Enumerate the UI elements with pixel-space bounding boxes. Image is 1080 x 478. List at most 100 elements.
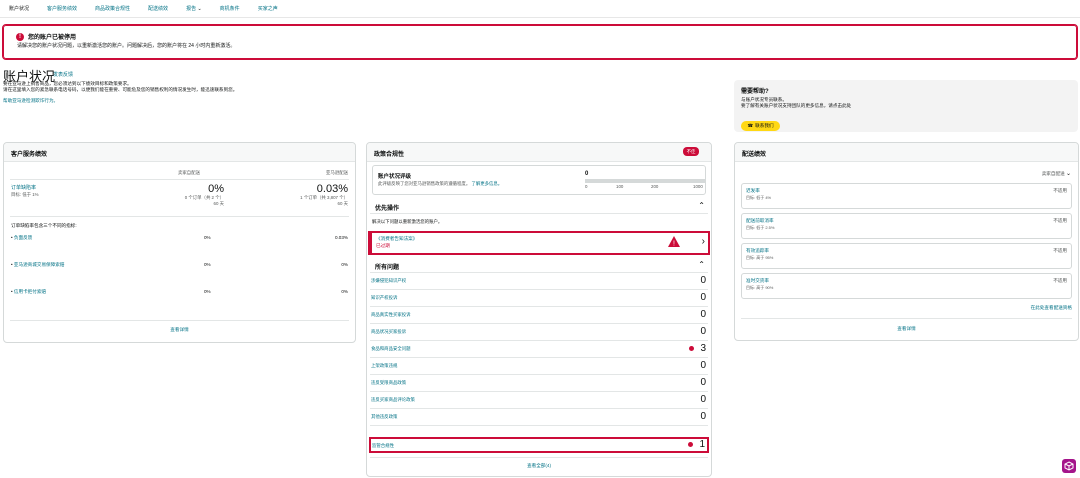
tab-reports-label: 报告 — [186, 6, 197, 12]
tab-account-health[interactable]: 账户状况 — [9, 5, 29, 12]
issue-row[interactable]: 食品和商品安全问题 3 — [370, 342, 708, 358]
issue-label[interactable]: 监管合规性 — [372, 443, 394, 449]
issue-label[interactable]: 上架政策违规 — [371, 363, 397, 369]
metric-amazon-value: 0% — [341, 289, 348, 294]
odr-amazon-value: 0.03% — [316, 183, 348, 195]
issue-label[interactable]: 其他违反政策 — [371, 414, 397, 420]
metric-box: 迟发率 目标: 低于 4% 不适用 — [741, 183, 1072, 209]
view-details-link[interactable]: 查看详情 — [735, 326, 1078, 332]
card-title: 客户服务绩效 — [11, 152, 48, 158]
contact-us-button[interactable]: ☎ 联系我们 — [741, 121, 780, 131]
customer-service-card: 客户服务绩效 卖家自配送 亚马逊配送 订单缺陷率 目标: 低于 1% 0% 0 … — [3, 142, 356, 343]
fraud-help-link[interactable]: 帮助亚马逊检测欺诈行为。 — [3, 98, 237, 104]
card-header: 政策合规性 不佳 — [367, 143, 711, 162]
issue-row[interactable]: 违反买家商品评论政策 0 — [370, 393, 708, 409]
metric-merchant-value: 0% — [204, 235, 211, 240]
issue-row[interactable]: 违反受限商品政策 0 — [370, 376, 708, 392]
alert-title: ! 您的账户已被停用 — [16, 32, 76, 41]
metric-label[interactable]: 准时交货率 — [746, 278, 769, 284]
contact-us-label: 联系我们 — [755, 123, 774, 128]
help-description: 与账户状况专员联系。 要了解有关账户状况支持团队的更多信息，请点击此处 — [741, 97, 851, 109]
issue-row-highlighted[interactable]: 监管合规性 1 — [369, 437, 709, 453]
metric-amazon-value: 0% — [341, 262, 348, 267]
metric-row: • 信用卡拒付索赔 — [11, 289, 47, 294]
odr-amazon: 0.03% 1 个订单（共 3,807 个） 60 天 — [228, 183, 348, 207]
tab-product-policy[interactable]: 商品政策合规性 — [95, 5, 130, 12]
fulfillment-filter[interactable]: 卖家自配送 ⌄ — [1042, 170, 1071, 177]
metric-box: 配送前取消率 目标: 低于 2.5% 不适用 — [741, 213, 1072, 239]
tab-reports[interactable]: 报告 ⌄ — [186, 5, 202, 12]
ahr-desc: 此评级反映了您对亚马逊销售政策的遵循程度。 了解更多信息。 — [378, 181, 502, 187]
scale-tick: 200 — [651, 184, 659, 189]
tab-opportunities[interactable]: 商机条件 — [220, 5, 240, 12]
issue-row[interactable]: 涉嫌侵犯知识产权 0 — [370, 274, 708, 290]
odr-merchant: 0% 0 个订单（共 2 个） 60 天 — [114, 183, 224, 207]
issue-label[interactable]: 商品真实性买家投诉 — [371, 312, 411, 318]
view-details-link[interactable]: 查看详情 — [4, 327, 355, 333]
alert-dot-icon — [689, 346, 694, 351]
metric-value: 不适用 — [1053, 218, 1067, 223]
help-title: 需要帮助? — [741, 89, 769, 95]
phone-icon: ☎ — [747, 123, 754, 128]
issue-label[interactable]: 知识产权投诉 — [371, 295, 397, 301]
tab-voice-of-customer[interactable]: 买家之声 — [258, 5, 278, 12]
metric-label[interactable]: 信用卡拒付索赔 — [14, 289, 46, 294]
issue-count: 3 — [700, 343, 706, 354]
shipping-eligibility-link[interactable]: 在此处查看配送资格 — [1031, 305, 1072, 311]
chevron-up-icon[interactable]: ⌃ — [698, 260, 705, 269]
metric-label[interactable]: 亚马逊商城交易保障索赔 — [14, 262, 65, 267]
tab-shipping[interactable]: 配送绩效 — [148, 5, 168, 12]
issue-row[interactable]: 其他违反政策 0 — [370, 410, 708, 426]
metric-label[interactable]: 负面反馈 — [14, 235, 32, 240]
issue-label[interactable]: 商品状况买家投诉 — [371, 329, 406, 335]
error-icon: ! — [16, 32, 24, 41]
feedback-link[interactable]: 发表反馈 — [53, 71, 73, 78]
cube-logo-icon[interactable] — [1062, 459, 1076, 473]
priority-title: 优先操作 — [375, 206, 400, 212]
top-navigation: 账户状况 客户服务绩效 商品政策合规性 配送绩效 报告 ⌄ 商机条件 买家之声 — [0, 0, 1080, 18]
ahr-desc-text: 此评级反映了您对亚马逊销售政策的遵循程度。 — [378, 181, 471, 186]
odr-merchant-value: 0% — [208, 183, 224, 195]
help-box: 需要帮助? 与账户状况专员联系。 要了解有关账户状况支持团队的更多信息，请点击此… — [734, 80, 1078, 132]
chevron-up-icon[interactable]: ⌃ — [698, 201, 705, 210]
odr-label[interactable]: 订单缺陷率 — [11, 184, 36, 191]
issue-label[interactable]: 违反受限商品政策 — [371, 380, 406, 386]
learn-more-link[interactable]: 了解更多信息。 — [471, 181, 502, 186]
warning-icon: ! — [668, 236, 680, 249]
all-issues-title: 所有问题 — [375, 265, 400, 271]
priority-item[interactable]: 《消费者告知法案》 已过期 ! › — [368, 231, 710, 255]
tab-customer-service[interactable]: 客户服务绩效 — [47, 5, 77, 12]
view-all-link[interactable]: 查看全部(4) — [367, 463, 711, 469]
metric-value: 不适用 — [1053, 188, 1067, 193]
description-line-2: 请在这里填入您的紧急联系电话号码，以便我们能在重要、可能危及您的销售权利的情况发… — [3, 87, 238, 92]
priority-item-status: 已过期 — [376, 243, 390, 248]
issue-count: 0 — [700, 360, 706, 371]
metric-amazon-value: 0.03% — [334, 235, 348, 240]
shipping-performance-card: 配送绩效 卖家自配送 ⌄ 迟发率 目标: 低于 4% 不适用 配送前取消率 目标: 低… — [734, 142, 1079, 341]
issue-label[interactable]: 食品和商品安全问题 — [371, 346, 411, 352]
issue-row[interactable]: 上架政策违规 0 — [370, 359, 708, 375]
filter-label: 卖家自配送 — [1041, 171, 1065, 176]
metric-merchant-value: 0% — [204, 289, 211, 294]
card-title: 政策合规性 — [374, 152, 405, 158]
issue-row[interactable]: 商品真实性买家投诉 0 — [370, 308, 708, 324]
odr-target: 目标: 低于 1% — [11, 192, 39, 197]
metric-box: 准时交货率 目标: 高于 90% 不适用 — [741, 273, 1072, 299]
metric-goal: 目标: 高于 90% — [746, 285, 774, 290]
metric-label[interactable]: 有效追踪率 — [746, 248, 769, 254]
alert-message: 请解决您的账户状况问题，以重新激活您的账户。问题解决后，您的账户将在 24 小时… — [17, 43, 236, 49]
alert-title-text: 您的账户已被停用 — [28, 35, 77, 41]
issue-label[interactable]: 涉嫌侵犯知识产权 — [371, 278, 406, 284]
chevron-down-icon: ⌄ — [197, 6, 202, 12]
issue-row[interactable]: 商品状况买家投诉 0 — [370, 325, 708, 341]
metric-row: • 负面反馈 — [11, 235, 33, 240]
metric-label[interactable]: 迟发率 — [746, 188, 760, 194]
issue-label[interactable]: 违反买家商品评论政策 — [371, 397, 415, 403]
policy-compliance-card: 政策合规性 不佳 账户状况评级 此评级反映了您对亚马逊销售政策的遵循程度。 了解… — [366, 142, 712, 477]
alert-dot-icon — [688, 442, 693, 447]
issue-row[interactable]: 知识产权投诉 0 — [370, 291, 708, 307]
metric-row: • 亚马逊商城交易保障索赔 — [11, 262, 65, 267]
priority-item-label[interactable]: 《消费者告知法案》 — [376, 236, 417, 242]
metric-label[interactable]: 配送前取消率 — [746, 218, 774, 224]
page-description: 要在亚马逊上销售商品，您必须达到以下绩效目标和政策要求。 请在这里填入您的紧急联… — [3, 81, 237, 104]
